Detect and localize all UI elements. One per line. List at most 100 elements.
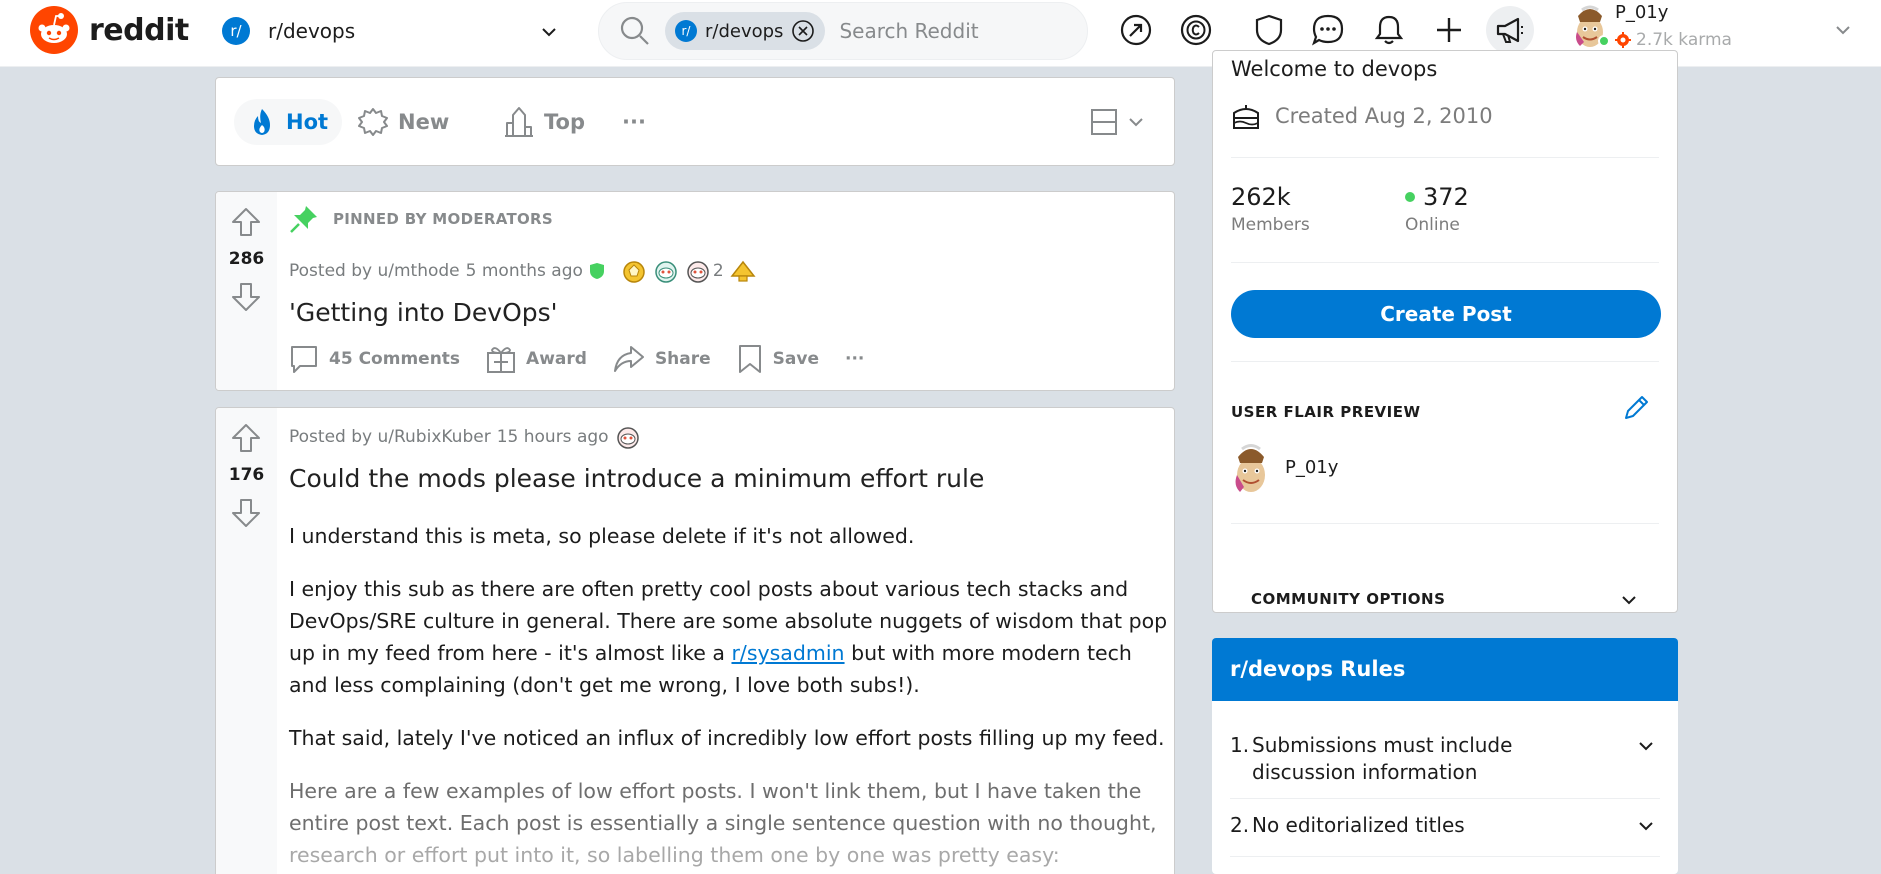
flair-preview-user: P_01y bbox=[1231, 439, 1338, 495]
rules-title: r/devops Rules bbox=[1212, 638, 1678, 701]
divider bbox=[1231, 523, 1659, 524]
about-community-card: Welcome to devops Created Aug 2, 2010 26… bbox=[1212, 50, 1678, 613]
award-snoo-icon bbox=[616, 427, 639, 449]
members-count: 262k bbox=[1231, 183, 1291, 211]
online-count: 372 bbox=[1423, 183, 1469, 211]
chevron-down-icon bbox=[1622, 596, 1636, 605]
post-title[interactable]: 'Getting into DevOps' bbox=[289, 298, 558, 327]
award-label: Award bbox=[526, 349, 587, 369]
online-count-row: 372 bbox=[1405, 183, 1469, 211]
comments-button[interactable]: 45 Comments bbox=[289, 344, 460, 374]
search-scope-label: r/devops bbox=[705, 20, 784, 42]
online-label: Online bbox=[1405, 215, 1460, 235]
post-text-span: research or effort put into it, so label… bbox=[289, 843, 1060, 867]
advertise-button[interactable] bbox=[1486, 6, 1534, 54]
community-dropdown[interactable]: r/ r/devops bbox=[212, 10, 567, 52]
bookmark-icon bbox=[738, 345, 761, 373]
post-paragraph: I understand this is meta, so please del… bbox=[289, 524, 915, 548]
upvote-arrow-icon[interactable] bbox=[230, 206, 262, 238]
rule-text: No editorialized titles bbox=[1252, 813, 1465, 837]
community-icon: r/ bbox=[222, 17, 250, 45]
popular-button[interactable] bbox=[1118, 12, 1154, 48]
pencil-icon[interactable] bbox=[1621, 393, 1651, 423]
post-more-button[interactable]: ··· bbox=[845, 349, 864, 369]
post-actions: 45 Comments Award Share Save ··· bbox=[289, 344, 864, 374]
save-label: Save bbox=[772, 349, 819, 369]
divider bbox=[1231, 361, 1659, 362]
vote-column: 176 bbox=[216, 408, 277, 874]
search-scope-chip[interactable]: r/ r/devops bbox=[665, 12, 826, 50]
mod-tools-button[interactable] bbox=[1251, 12, 1287, 48]
divider bbox=[1230, 798, 1660, 799]
share-button[interactable]: Share bbox=[613, 344, 711, 374]
community-dropdown-label: r/devops bbox=[268, 19, 356, 43]
search-input[interactable] bbox=[839, 19, 1020, 43]
post-time[interactable]: 5 months ago bbox=[466, 261, 583, 281]
pinned-label: PINNED BY MODERATORS bbox=[333, 210, 554, 228]
coins-button[interactable] bbox=[1178, 12, 1214, 48]
upvote-arrow-icon[interactable] bbox=[230, 422, 262, 454]
community-options-label: COMMUNITY OPTIONS bbox=[1251, 590, 1446, 608]
divider bbox=[1231, 262, 1659, 263]
comment-icon bbox=[291, 346, 317, 373]
gift-icon bbox=[487, 347, 516, 373]
post-author[interactable]: Posted by u/mthode bbox=[289, 261, 460, 281]
reddit-snoo-icon bbox=[30, 6, 78, 54]
rule-item[interactable]: 1. Submissions must include discussion i… bbox=[1230, 732, 1660, 786]
notifications-button[interactable] bbox=[1371, 12, 1407, 48]
pinned-post[interactable]: 286 PINNED BY MODERATORS Posted by u/mth… bbox=[215, 191, 1175, 391]
more-options-icon: ··· bbox=[622, 110, 646, 134]
post-paragraph: Here are a few examples of low effort po… bbox=[289, 775, 1169, 871]
post-paragraph: I enjoy this sub as there are often pret… bbox=[289, 573, 1169, 701]
close-icon[interactable] bbox=[791, 19, 815, 43]
chevron-down-icon bbox=[542, 28, 556, 37]
award-button[interactable]: Award bbox=[486, 344, 587, 374]
comments-label: 45 Comments bbox=[329, 349, 461, 369]
online-status-dot bbox=[1598, 35, 1610, 47]
reddit-logo[interactable]: reddit bbox=[29, 5, 189, 55]
post-meta: Posted by u/mthode 5 months ago 2 bbox=[289, 258, 756, 284]
create-post-button[interactable]: Create Post bbox=[1231, 290, 1661, 338]
online-stat: 372 Online bbox=[1405, 183, 1469, 235]
pinned-banner: PINNED BY MODERATORS bbox=[289, 204, 553, 234]
members-label: Members bbox=[1231, 215, 1310, 235]
post-card[interactable]: 176 Posted by u/RubixKuber 15 hours ago … bbox=[215, 407, 1175, 874]
moderator-shield-icon bbox=[589, 263, 604, 279]
save-button[interactable]: Save bbox=[737, 344, 819, 374]
post-text-span: Here are a few examples of low effort po… bbox=[289, 779, 1157, 835]
post-body-text: I understand this is meta, so please del… bbox=[289, 520, 1169, 874]
sort-bar: Hot New Top ··· bbox=[215, 77, 1175, 166]
post-title[interactable]: Could the mods please introduce a minimu… bbox=[289, 464, 984, 493]
community-icon: r/ bbox=[675, 20, 697, 42]
top-chart-icon bbox=[505, 107, 533, 137]
rule-number: 1. bbox=[1230, 733, 1250, 757]
post-author[interactable]: Posted by u/RubixKuber bbox=[289, 427, 491, 447]
search-bar[interactable]: r/ r/devops bbox=[598, 2, 1088, 60]
view-mode-toggle[interactable] bbox=[1090, 108, 1146, 136]
award-helpful-icon bbox=[730, 260, 756, 282]
popular-icon bbox=[1120, 14, 1152, 46]
more-options-icon: ··· bbox=[845, 349, 865, 369]
pin-icon bbox=[290, 206, 317, 233]
downvote-arrow-icon[interactable] bbox=[230, 281, 262, 313]
post-time[interactable]: 15 hours ago bbox=[497, 427, 609, 447]
chevron-down-icon bbox=[1639, 742, 1653, 751]
rule-item[interactable]: 2. No editorialized titles bbox=[1230, 812, 1660, 839]
chevron-down-icon bbox=[1639, 822, 1653, 831]
created-date: Created Aug 2, 2010 bbox=[1275, 104, 1493, 128]
username: P_01y bbox=[1615, 2, 1669, 23]
new-burst-icon bbox=[358, 108, 388, 136]
flame-icon bbox=[254, 109, 270, 135]
sort-top-button[interactable]: Top bbox=[490, 99, 599, 145]
plus-icon bbox=[1437, 18, 1461, 42]
downvote-arrow-icon[interactable] bbox=[230, 497, 262, 529]
sort-more-button[interactable]: ··· bbox=[608, 99, 660, 145]
create-post-button[interactable] bbox=[1431, 12, 1467, 48]
online-dot bbox=[1405, 192, 1415, 202]
subreddit-link[interactable]: r/sysadmin bbox=[731, 641, 844, 665]
chat-button[interactable] bbox=[1310, 12, 1346, 48]
community-options-toggle[interactable]: COMMUNITY OPTIONS bbox=[1231, 574, 1659, 624]
sort-hot-button[interactable]: Hot bbox=[234, 99, 343, 145]
user-flair-preview-title: USER FLAIR PREVIEW bbox=[1231, 403, 1421, 421]
sort-new-button[interactable]: New bbox=[344, 99, 463, 145]
